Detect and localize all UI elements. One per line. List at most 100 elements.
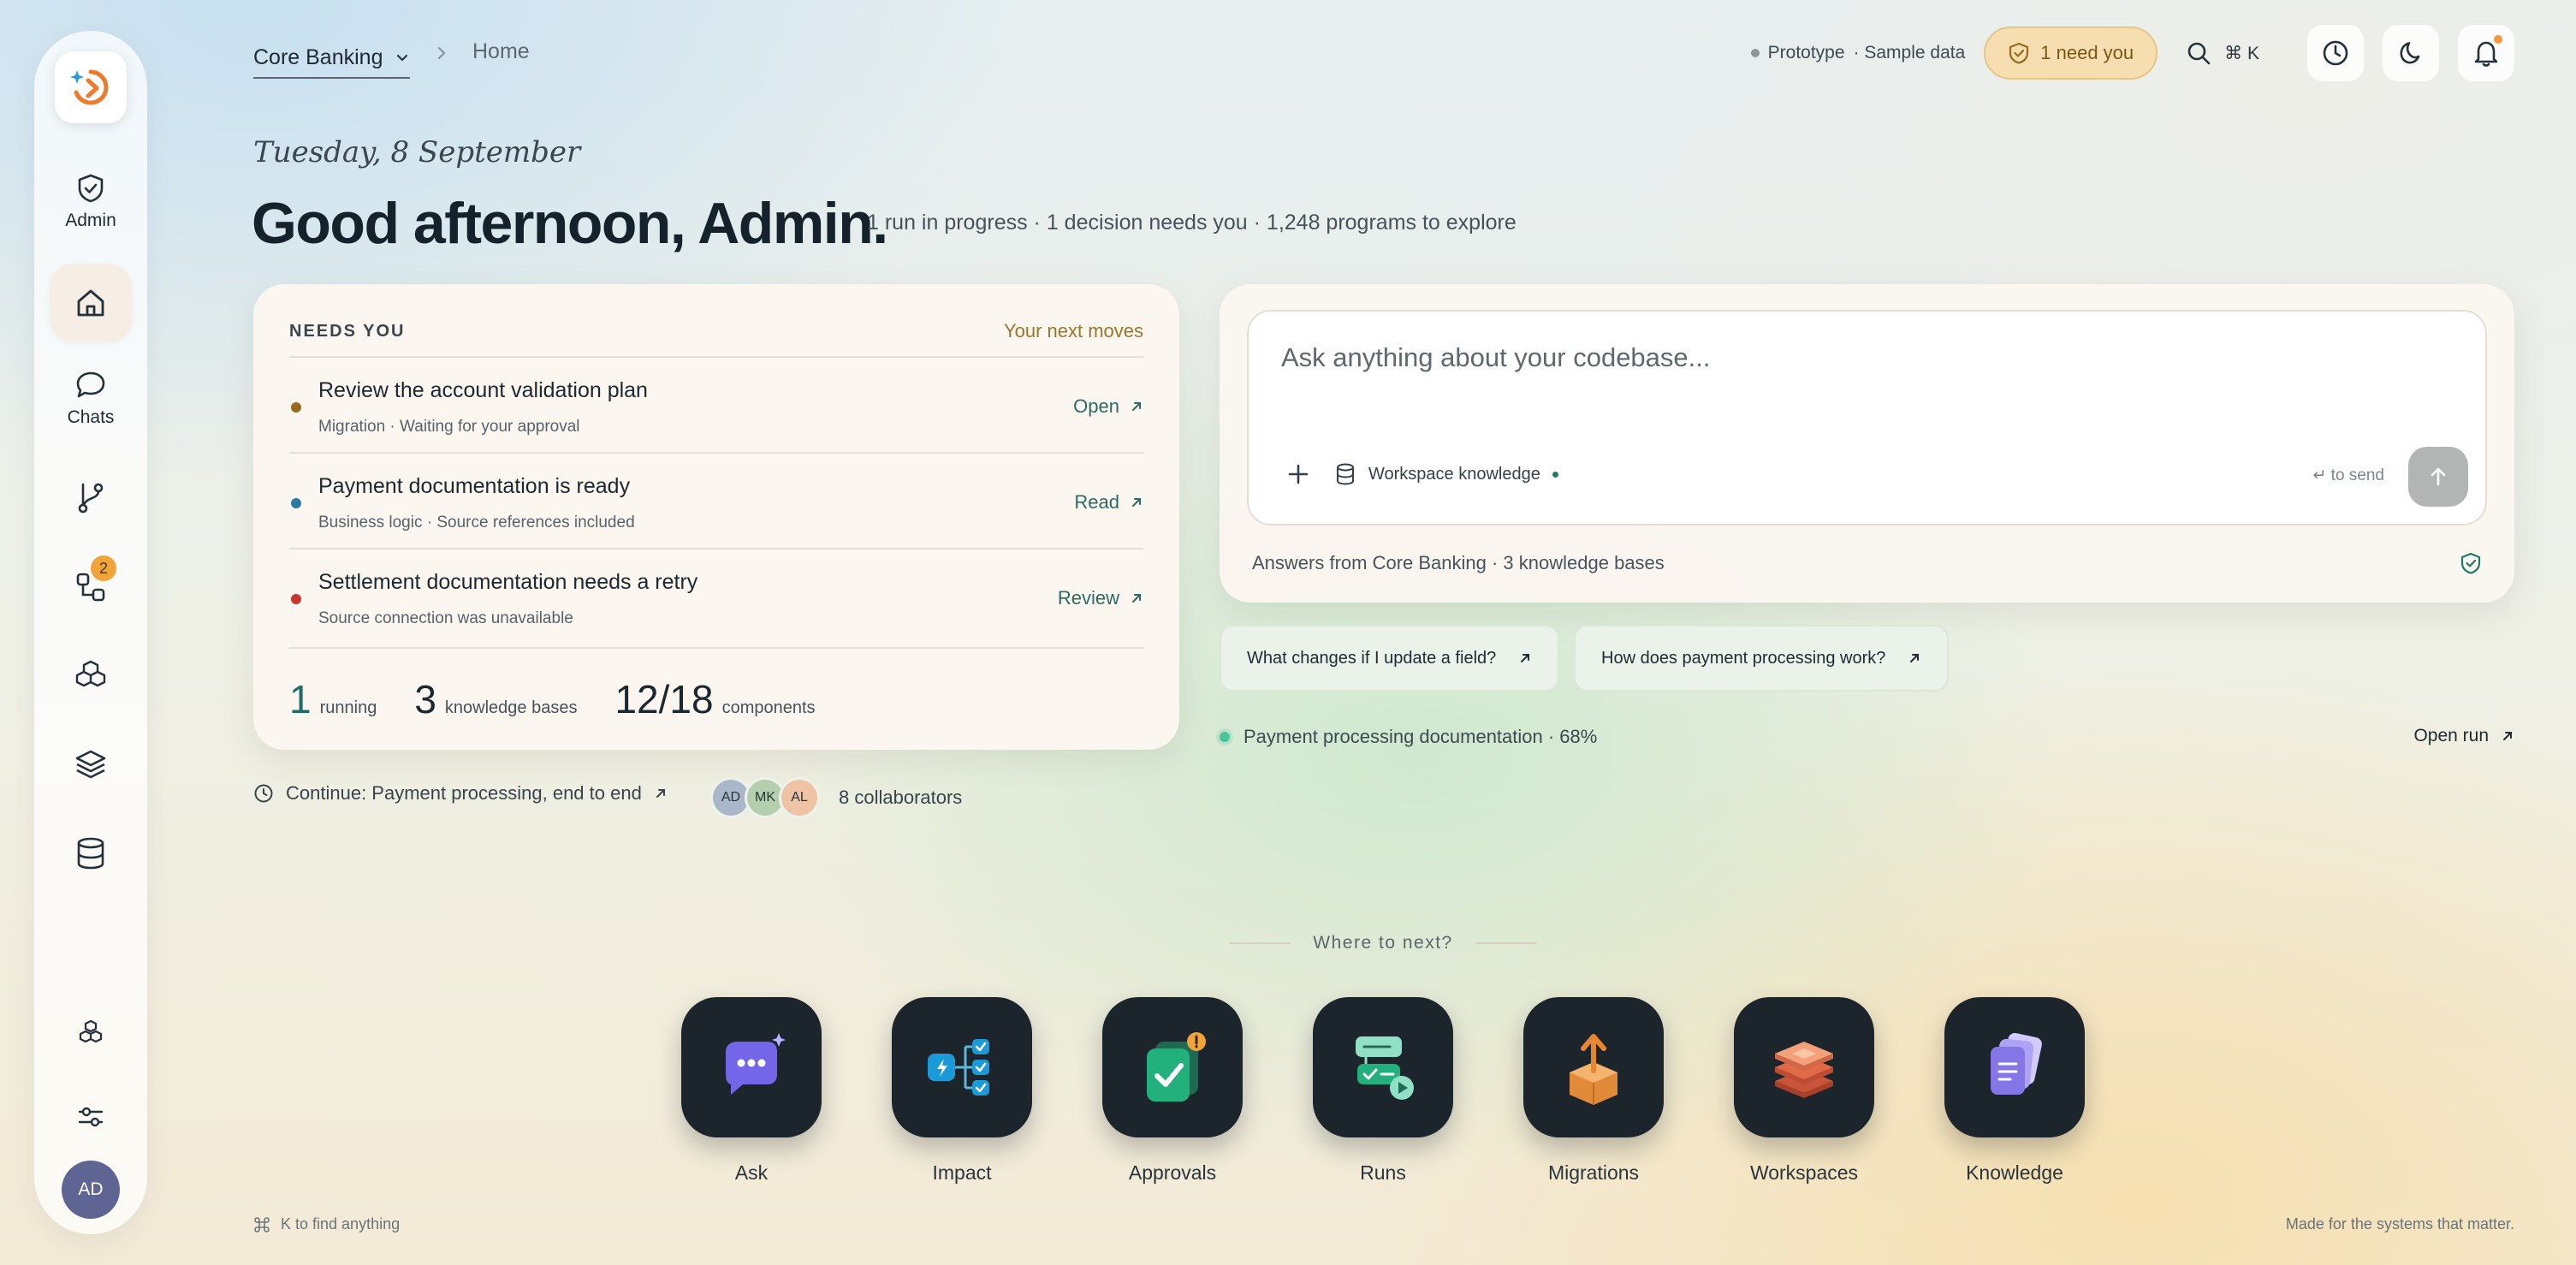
collaborators-label: 8 collaborators bbox=[839, 787, 963, 808]
task-review-button[interactable]: Review bbox=[1058, 587, 1143, 609]
approvals-count-badge: 2 bbox=[91, 555, 116, 581]
arrow-up-right-icon bbox=[1910, 654, 1920, 662]
search-button[interactable]: ⌘ K bbox=[2185, 39, 2259, 67]
run-progress: Payment processing documentation · 68% bbox=[1220, 726, 1597, 748]
ask-input[interactable] bbox=[1281, 342, 2308, 373]
layers-icon bbox=[75, 750, 106, 779]
task-meta: Migration · Waiting for your approval bbox=[318, 418, 580, 436]
task-status-dot bbox=[291, 402, 301, 413]
arrow-up-right-icon bbox=[2503, 732, 2512, 740]
open-run-link[interactable]: Open run bbox=[2413, 726, 2514, 746]
task-action-label: Read bbox=[1074, 491, 1119, 513]
send-hint: ↵ to send bbox=[2312, 466, 2384, 484]
app-label: Runs bbox=[1360, 1161, 1406, 1184]
cubes-icon bbox=[75, 660, 106, 687]
cluster-icon bbox=[79, 1019, 103, 1043]
app-knowledge[interactable]: Knowledge bbox=[1944, 997, 2085, 1185]
approval-check-icon bbox=[1147, 1032, 1206, 1102]
home-icon bbox=[77, 289, 104, 317]
workspace-switcher[interactable]: Core Banking bbox=[253, 38, 411, 79]
divider bbox=[1475, 942, 1537, 944]
sidebar-item-branches[interactable] bbox=[50, 467, 132, 527]
moon-icon bbox=[2400, 42, 2420, 64]
suggestion-label: How does payment processing work? bbox=[1601, 648, 1886, 668]
task-title: Settlement documentation needs a retry bbox=[318, 570, 698, 594]
continue-link[interactable]: Continue: Payment processing, end to end bbox=[253, 782, 668, 805]
send-button[interactable] bbox=[2408, 447, 2468, 507]
suggestion-chip[interactable]: What changes if I update a field? bbox=[1220, 625, 1560, 692]
current-date: Tuesday, 8 September bbox=[253, 135, 581, 169]
task-status-dot bbox=[291, 498, 301, 508]
sidebar-item-admin[interactable]: Admin bbox=[50, 168, 132, 236]
migration-box-icon bbox=[1570, 1034, 1617, 1105]
divider bbox=[1229, 942, 1291, 944]
sidebar-item-integrations[interactable] bbox=[50, 1003, 132, 1063]
task-row[interactable]: Payment documentation is ready Business … bbox=[289, 452, 1143, 548]
app-tile bbox=[892, 997, 1032, 1137]
task-row[interactable]: Review the account validation plan Migra… bbox=[289, 356, 1143, 452]
shield-check-icon bbox=[2460, 552, 2481, 574]
theme-toggle-button[interactable] bbox=[2383, 25, 2439, 81]
sidebar-item-home[interactable] bbox=[50, 264, 132, 342]
stat-value: 12/18 bbox=[614, 677, 714, 722]
need-you-button[interactable]: 1 need you bbox=[1984, 27, 2158, 80]
sample-data-label: · Sample data bbox=[1853, 43, 1966, 62]
chat-sparkle-icon bbox=[726, 1033, 786, 1095]
sidebar-item-layers[interactable] bbox=[50, 734, 132, 794]
task-title: Review the account validation plan bbox=[318, 378, 648, 402]
notification-dot bbox=[2494, 35, 2502, 44]
sidebar-item-label: Admin bbox=[65, 211, 116, 230]
avatar[interactable]: AD bbox=[62, 1161, 120, 1219]
sidebar: Admin Chats 2 AD bbox=[34, 31, 147, 1234]
app-label: Workspaces bbox=[1749, 1161, 1859, 1184]
task-meta: Business logic · Source references inclu… bbox=[318, 514, 635, 532]
plus-icon[interactable] bbox=[1281, 457, 1315, 491]
app-workspaces[interactable]: Workspaces bbox=[1734, 997, 1874, 1185]
sidebar-item-settings[interactable] bbox=[50, 1087, 132, 1147]
task-read-button[interactable]: Read bbox=[1074, 491, 1143, 514]
prototype-indicator: Prototype · Sample data bbox=[1750, 43, 1966, 63]
sidebar-item-workflows[interactable]: 2 bbox=[50, 555, 132, 617]
stat-label: knowledge bases bbox=[444, 698, 578, 717]
sidebar-item-components[interactable] bbox=[50, 645, 132, 705]
where-next-heading: Where to next? bbox=[1229, 933, 1537, 953]
task-status-dot bbox=[291, 594, 301, 604]
task-action-label: Open bbox=[1073, 395, 1119, 417]
status-dot bbox=[1750, 49, 1760, 57]
ask-panel: Workspace knowledge ↵ to send Answers fr… bbox=[1220, 284, 2514, 603]
app-impact[interactable]: Impact bbox=[892, 997, 1032, 1185]
search-icon bbox=[2187, 42, 2211, 65]
clock-icon bbox=[2323, 40, 2348, 66]
git-branch-icon bbox=[78, 483, 104, 514]
continue-label: Continue: Payment processing, end to end bbox=[286, 782, 642, 804]
knowledge-source-chip[interactable]: Workspace knowledge bbox=[1334, 462, 1558, 486]
app-ask[interactable]: Ask bbox=[681, 997, 822, 1185]
stat-label: components bbox=[721, 698, 816, 717]
history-button[interactable] bbox=[2307, 25, 2364, 81]
page-title: Good afternoon, Admin. bbox=[252, 191, 888, 256]
suggestion-chip[interactable]: How does payment processing work? bbox=[1574, 625, 1950, 692]
shield-check-icon bbox=[78, 174, 104, 203]
app-migrations[interactable]: Migrations bbox=[1523, 997, 1664, 1185]
app-approvals[interactable]: Approvals bbox=[1102, 997, 1243, 1185]
tagline: Made for the systems that matter. bbox=[2285, 1215, 2514, 1232]
collaborators[interactable]: AD MK AL 8 collaborators bbox=[710, 777, 962, 818]
notifications-button[interactable] bbox=[2458, 25, 2514, 81]
needs-you-card: NEEDS YOU Your next moves Review the acc… bbox=[253, 284, 1179, 750]
task-open-button[interactable]: Open bbox=[1073, 395, 1143, 418]
app-tile bbox=[1944, 997, 2085, 1137]
app-tile bbox=[1313, 997, 1453, 1137]
app-logo[interactable] bbox=[55, 51, 127, 123]
chevron-right-icon bbox=[437, 46, 446, 60]
sidebar-item-data[interactable] bbox=[50, 823, 132, 883]
sidebar-item-chats[interactable]: Chats bbox=[50, 365, 132, 433]
app-label: Ask bbox=[734, 1161, 769, 1184]
arrow-up-right-icon bbox=[656, 789, 665, 798]
shortcut-hint: K to find anything bbox=[253, 1215, 400, 1233]
needs-you-subtitle: Your next moves bbox=[1003, 320, 1143, 341]
app-runs[interactable]: Runs bbox=[1313, 997, 1453, 1185]
breadcrumb-home[interactable]: Home bbox=[472, 39, 530, 64]
task-row[interactable]: Settlement documentation needs a retry S… bbox=[289, 548, 1143, 644]
app-tile bbox=[1102, 997, 1243, 1137]
stat-knowledge-bases: 3 knowledge bases bbox=[414, 676, 577, 722]
